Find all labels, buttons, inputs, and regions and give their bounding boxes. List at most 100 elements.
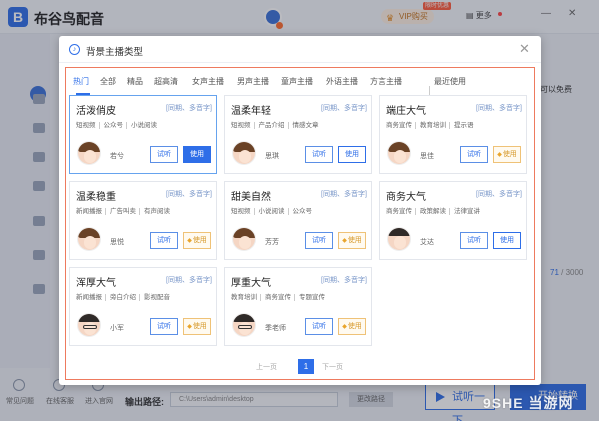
use-button[interactable]: 使用 — [338, 146, 366, 163]
card-tag: 新闻播报 — [76, 208, 102, 215]
tab-dialect[interactable]: 方言主播 — [370, 76, 402, 87]
card-tag: 有声阅读 — [139, 208, 170, 215]
use-button[interactable]: ◆使用 — [338, 232, 366, 249]
card-title: 温柔年轻 — [231, 106, 271, 117]
card-title: 厚重大气 — [231, 278, 271, 289]
listen-button[interactable]: 试听 — [305, 146, 333, 163]
dialog-header: ♪ 背景主播类型 ✕ — [59, 36, 541, 63]
tab-ultra-hd[interactable]: 超高清 — [154, 76, 178, 87]
voice-name: 小军 — [110, 325, 124, 332]
card-feature-badge: [同期、多音字] — [321, 277, 367, 284]
listen-button[interactable]: 试听 — [150, 318, 178, 335]
avatar-face — [394, 150, 406, 163]
voice-avatar — [387, 227, 411, 251]
avatar-face — [239, 236, 251, 249]
card-tag: 商务宣传 — [260, 294, 291, 301]
voice-avatar — [77, 227, 101, 251]
tab-foreign[interactable]: 外语主播 — [326, 76, 358, 87]
glasses-icon — [83, 325, 97, 329]
card-tag: 产品介绍 — [253, 122, 285, 129]
card-tag: 新闻播报 — [76, 294, 102, 301]
card-tag: 短视频 — [231, 122, 251, 129]
anchor-card[interactable]: 甜美自然 [同期、多音字] 短视频 小说阅读 公众号 芳芳 试听 ◆使用 — [224, 181, 372, 260]
voice-name: 思琪 — [265, 153, 279, 160]
voice-avatar — [232, 141, 256, 165]
voice-avatar — [387, 141, 411, 165]
card-tag: 短视频 — [76, 122, 96, 129]
card-feature-badge: [同期、多音字] — [476, 105, 522, 112]
card-tag: 商务宣传 — [386, 208, 412, 215]
use-button[interactable]: ◆使用 — [183, 232, 211, 249]
card-tags: 短视频 小说阅读 公众号 — [231, 205, 315, 215]
tab-male[interactable]: 男声主播 — [237, 76, 269, 87]
card-title: 商务大气 — [386, 192, 426, 203]
card-tags: 新闻播报 旁白介绍 影视配音 — [76, 291, 173, 301]
card-tag: 广告叫卖 — [105, 208, 136, 215]
card-tag: 旁白介绍 — [105, 294, 136, 301]
avatar-face — [394, 236, 406, 249]
card-tags: 新闻播报 广告叫卖 有声阅读 — [76, 205, 173, 215]
use-label: 使用 — [347, 237, 362, 244]
listen-button[interactable]: 试听 — [460, 146, 488, 163]
music-note-icon: ♪ — [69, 44, 80, 55]
use-label: 使用 — [347, 323, 362, 330]
card-tag: 小说阅读 — [126, 122, 157, 129]
card-title: 甜美自然 — [231, 192, 271, 203]
card-tag: 情感文章 — [287, 122, 319, 129]
glasses-icon — [238, 325, 252, 329]
vip-diamond-icon: ◆ — [497, 152, 502, 158]
use-button[interactable]: ◆使用 — [493, 146, 521, 163]
prev-page-button[interactable]: 上一页 — [256, 362, 277, 372]
card-feature-badge: [同期、多音字] — [321, 105, 367, 112]
use-button[interactable]: 使用 — [493, 232, 521, 249]
tab-hot[interactable]: 热门 — [73, 76, 89, 87]
tab-recent[interactable]: 最近使用 — [434, 76, 466, 87]
card-tag: 短视频 — [231, 208, 251, 215]
card-feature-badge: [同期、多音字] — [166, 105, 212, 112]
voice-name: 季老师 — [265, 325, 286, 332]
use-label: 使用 — [192, 237, 207, 244]
card-tag: 提示语 — [449, 122, 474, 129]
vip-diamond-icon: ◆ — [342, 238, 347, 244]
tab-all[interactable]: 全部 — [100, 76, 116, 87]
use-label: 使用 — [502, 151, 517, 158]
close-icon[interactable]: ✕ — [519, 41, 530, 57]
card-tag: 专题宣传 — [294, 294, 325, 301]
anchor-card[interactable]: 浑厚大气 [同期、多音字] 新闻播报 旁白介绍 影视配音 小军 试听 ◆使用 — [69, 267, 217, 346]
anchor-card[interactable]: 厚重大气 [同期、多音字] 教育培训 商务宣传 专题宣传 季老师 试听 ◆使用 — [224, 267, 372, 346]
avatar-hair — [388, 228, 410, 236]
voice-name: 芳芳 — [265, 239, 279, 246]
anchor-card[interactable]: 温柔年轻 [同期、多音字] 短视频 产品介绍 情感文章思琪 试听 使用 — [224, 95, 372, 174]
anchor-card[interactable]: 端庄大气 [同期、多音字] 商务宣传 教育培训 提示语 思佳 试听 ◆使用 — [379, 95, 527, 174]
page-number-current[interactable]: 1 — [298, 359, 314, 374]
use-label: 使用 — [345, 151, 359, 158]
listen-button[interactable]: 试听 — [305, 318, 333, 335]
card-tag: 公众号 — [287, 208, 312, 215]
anchor-card[interactable]: 商务大气 [同期、多音字] 商务宣传 政策解读 法律宣讲 艾达 试听 使用 — [379, 181, 527, 260]
anchor-panel: 热门 全部 精品 超高清 女声主播 男声主播 童声主播 外语主播 方言主播 最近… — [65, 67, 535, 380]
avatar-hair — [78, 314, 100, 322]
tab-premium[interactable]: 精品 — [127, 76, 143, 87]
avatar-face — [84, 236, 96, 249]
voice-name: 艾达 — [420, 239, 434, 246]
voice-name: 思悦 — [110, 239, 124, 246]
card-tags: 短视频 公众号 小说阅读 — [76, 119, 160, 129]
tab-child[interactable]: 童声主播 — [281, 76, 313, 87]
use-button[interactable]: ◆使用 — [338, 318, 366, 335]
listen-button[interactable]: 试听 — [150, 146, 178, 163]
anchor-card[interactable]: 温柔稳重 [同期、多音字] 新闻播报 广告叫卖 有声阅读 思悦 试听 ◆使用 — [69, 181, 217, 260]
listen-button[interactable]: 试听 — [305, 232, 333, 249]
tab-female[interactable]: 女声主播 — [192, 76, 224, 87]
next-page-button[interactable]: 下一页 — [322, 362, 343, 372]
voice-avatar — [232, 227, 256, 251]
watermark-text: 9SHE 当游网 — [483, 395, 574, 411]
use-button[interactable]: ◆使用 — [183, 318, 211, 335]
listen-button[interactable]: 试听 — [150, 232, 178, 249]
card-feature-badge: [同期、多音字] — [476, 191, 522, 198]
card-feature-badge: [同期、多音字] — [166, 277, 212, 284]
anchor-card[interactable]: 活泼俏皮 [同期、多音字] 短视频 公众号 小说阅读 若兮 试听 使用 — [69, 95, 217, 174]
use-button[interactable]: 使用 — [183, 146, 211, 163]
avatar-face — [239, 150, 251, 163]
vip-diamond-icon: ◆ — [187, 238, 192, 244]
listen-button[interactable]: 试听 — [460, 232, 488, 249]
